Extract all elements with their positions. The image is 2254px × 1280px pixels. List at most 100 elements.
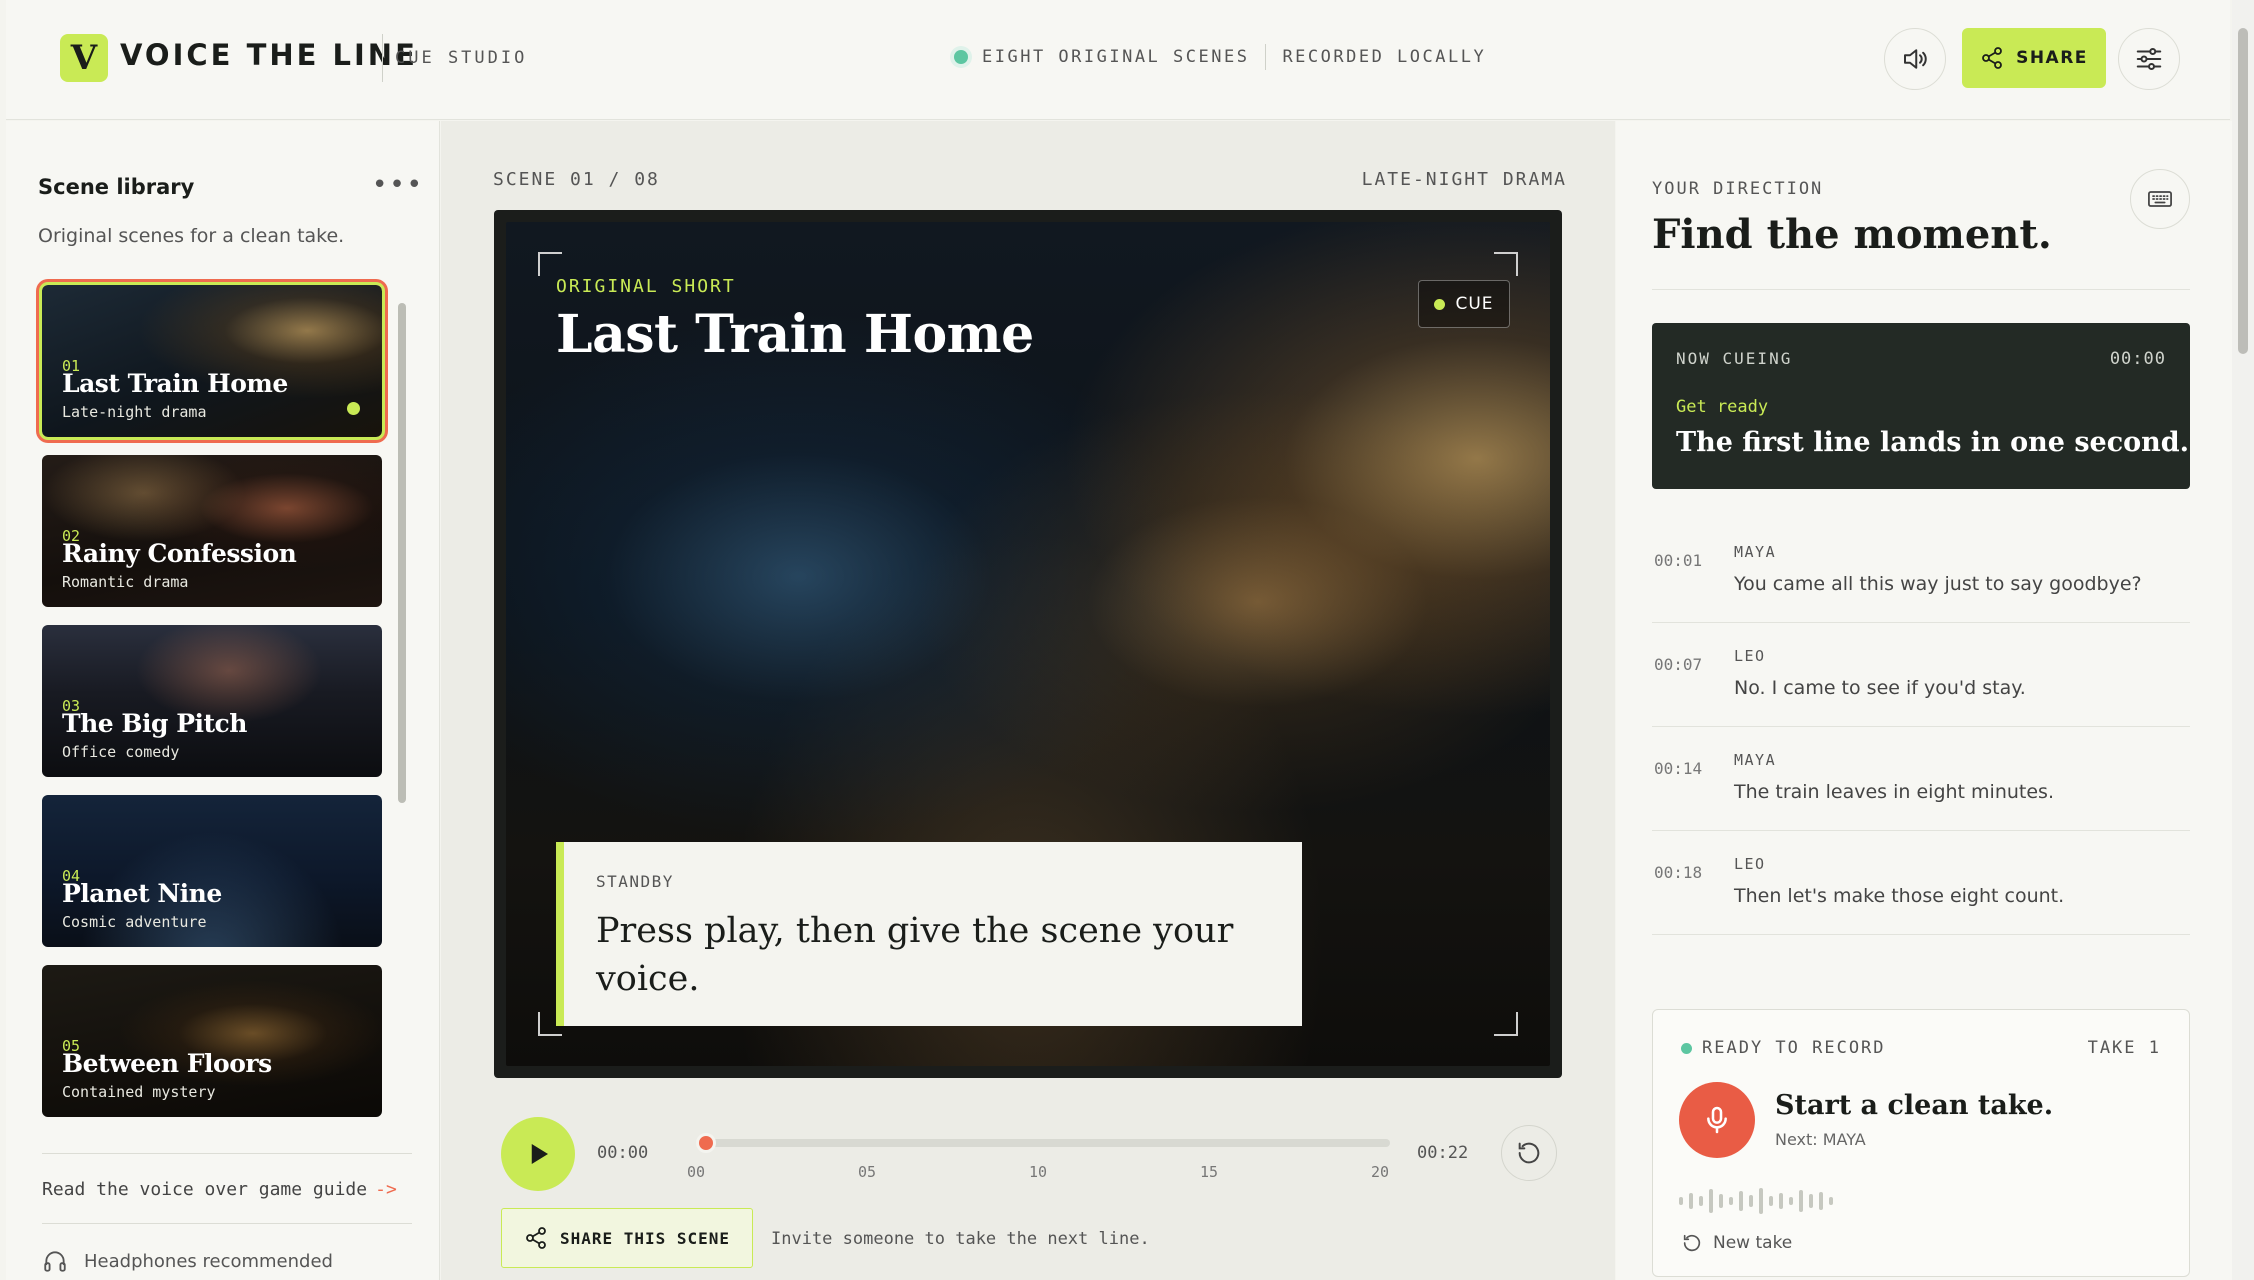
timeline-tick: 10 bbox=[1028, 1163, 1048, 1181]
script-line[interactable]: 00:01 MAYA You came all this way just to… bbox=[1652, 519, 2190, 623]
share-scene-button[interactable]: SHARE THIS SCENE bbox=[501, 1208, 753, 1268]
now-cueing-ready: Get ready bbox=[1676, 397, 1769, 417]
app-title: VOICE THE LINE bbox=[120, 38, 418, 72]
now-cueing-card: NOW CUEING 00:00 Get ready The first lin… bbox=[1652, 323, 2190, 489]
standby-card: STANDBY Press play, then give the scene … bbox=[556, 842, 1302, 1026]
next-speaker: Next: MAYA bbox=[1775, 1130, 1866, 1149]
scene-title: Rainy Confession bbox=[62, 539, 297, 568]
standby-text: Press play, then give the scene your voi… bbox=[596, 911, 1234, 999]
script-line[interactable]: 00:07 LEO No. I came to see if you'd sta… bbox=[1652, 623, 2190, 727]
direction-panel: YOUR DIRECTION Find the moment. NOW CUEI… bbox=[1616, 121, 2232, 1280]
cue-dot bbox=[1434, 298, 1446, 310]
app-logo: V bbox=[60, 34, 108, 82]
scene-genre: Office comedy bbox=[62, 743, 180, 761]
record-title: Start a clean take. bbox=[1775, 1090, 2054, 1121]
new-take-label: New take bbox=[1713, 1233, 1793, 1253]
scene-library-sidebar: Scene library ••• Original scenes for a … bbox=[6, 121, 440, 1280]
scene-card-3[interactable]: 03 The Big Pitch Office comedy bbox=[42, 625, 382, 777]
now-cueing-text: The first line lands in one second. bbox=[1676, 427, 2190, 458]
more-options-button[interactable]: ••• bbox=[372, 172, 424, 198]
sliders-icon bbox=[2136, 48, 2162, 70]
divider bbox=[42, 1153, 412, 1154]
frame-corner bbox=[538, 252, 562, 276]
scene-artwork: ORIGINAL SHORT Last Train Home CUE STAND… bbox=[506, 222, 1550, 1066]
scene-genre: Contained mystery bbox=[62, 1083, 216, 1101]
stage-area: SCENE 01 / 08 LATE-NIGHT DRAMA ORIGINAL … bbox=[441, 121, 1615, 1280]
cue-badge: CUE bbox=[1418, 280, 1510, 328]
top-bar: V VOICE THE LINE CUE STUDIO EIGHT ORIGIN… bbox=[6, 0, 2230, 120]
status-bar: EIGHT ORIGINAL SCENES RECORDED LOCALLY bbox=[954, 44, 1486, 70]
scene-index: SCENE 01 / 08 bbox=[493, 169, 660, 190]
app-subtitle: CUE STUDIO bbox=[382, 34, 527, 82]
share-button[interactable]: SHARE bbox=[1962, 28, 2106, 88]
line-text: No. I came to see if you'd stay. bbox=[1734, 677, 2026, 699]
scene-card-4[interactable]: 04 Planet Nine Cosmic adventure bbox=[42, 795, 382, 947]
status-local: RECORDED LOCALLY bbox=[1282, 47, 1487, 67]
record-status-label: READY TO RECORD bbox=[1702, 1038, 1886, 1058]
status-dot bbox=[954, 50, 968, 64]
current-time: 00:00 bbox=[597, 1143, 649, 1163]
scrollbar-thumb[interactable] bbox=[398, 303, 406, 803]
sound-button[interactable] bbox=[1884, 28, 1946, 90]
scene-type-label: ORIGINAL SHORT bbox=[556, 276, 736, 297]
line-text: Then let's make those eight count. bbox=[1734, 885, 2065, 907]
timeline-track[interactable] bbox=[696, 1133, 1390, 1153]
sidebar-title: Scene library bbox=[38, 175, 195, 199]
line-speaker: MAYA bbox=[1734, 543, 1777, 561]
scene-stage: ORIGINAL SHORT Last Train Home CUE STAND… bbox=[494, 210, 1562, 1078]
restart-icon bbox=[1683, 1234, 1701, 1252]
scene-title: The Big Pitch bbox=[62, 709, 247, 738]
headphones-text: Headphones recommended bbox=[84, 1250, 333, 1272]
line-speaker: MAYA bbox=[1734, 751, 1777, 769]
playback-controls: 00:00 00 05 10 15 20 00:22 bbox=[501, 1113, 1557, 1193]
sidebar-description: Original scenes for a clean take. bbox=[38, 225, 345, 247]
timeline-tick: 05 bbox=[857, 1163, 877, 1181]
headphones-note: Headphones recommended bbox=[42, 1248, 333, 1274]
scene-title: Between Floors bbox=[62, 1049, 272, 1078]
timeline-knob[interactable] bbox=[696, 1133, 716, 1153]
cue-label: CUE bbox=[1455, 294, 1494, 314]
frame-corner bbox=[1494, 252, 1518, 276]
invite-text: Invite someone to take the next line. bbox=[771, 1229, 1150, 1249]
settings-button[interactable] bbox=[2118, 28, 2180, 90]
timeline-tick: 15 bbox=[1199, 1163, 1219, 1181]
share-label: SHARE bbox=[2016, 48, 2088, 68]
line-time: 00:18 bbox=[1654, 863, 1703, 882]
scene-genre: Late-night drama bbox=[62, 403, 207, 421]
line-speaker: LEO bbox=[1734, 647, 1766, 665]
line-text: You came all this way just to say goodby… bbox=[1734, 573, 2142, 595]
scene-title: Last Train Home bbox=[556, 304, 1034, 365]
scene-list-scrollbar[interactable] bbox=[398, 283, 406, 803]
record-button[interactable] bbox=[1679, 1082, 1755, 1158]
scene-genre: Cosmic adventure bbox=[62, 913, 207, 931]
guide-link[interactable]: Read the voice over game guide -> bbox=[42, 1179, 397, 1200]
scene-card-5[interactable]: 05 Between Floors Contained mystery bbox=[42, 965, 382, 1117]
status-scenes: EIGHT ORIGINAL SCENES bbox=[982, 47, 1250, 67]
scene-card-2[interactable]: 02 Rainy Confession Romantic drama bbox=[42, 455, 382, 607]
guide-link-label: Read the voice over game guide bbox=[42, 1179, 368, 1200]
script-line[interactable]: 00:18 LEO Then let's make those eight co… bbox=[1652, 831, 2190, 935]
keyboard-shortcuts-button[interactable] bbox=[2130, 169, 2190, 229]
play-button[interactable] bbox=[501, 1117, 575, 1191]
page-scrollbar[interactable] bbox=[2232, 0, 2254, 1280]
new-take-button[interactable]: New take bbox=[1681, 1232, 1792, 1254]
direction-title: Find the moment. bbox=[1652, 211, 2052, 258]
line-time: 00:07 bbox=[1654, 655, 1703, 674]
divider bbox=[1652, 289, 2190, 290]
line-time: 00:01 bbox=[1654, 551, 1703, 570]
share-icon bbox=[1982, 47, 2002, 69]
scene-card-1[interactable]: 01 Last Train Home Late-night drama bbox=[39, 282, 385, 440]
restart-button[interactable] bbox=[1501, 1125, 1557, 1181]
script-line[interactable]: 00:14 MAYA The train leaves in eight min… bbox=[1652, 727, 2190, 831]
now-cueing-label: NOW CUEING bbox=[1676, 349, 1793, 368]
scene-genre-label: LATE-NIGHT DRAMA bbox=[1361, 169, 1567, 190]
play-icon bbox=[531, 1144, 548, 1164]
standby-label: STANDBY bbox=[596, 872, 674, 891]
scene-title: Planet Nine bbox=[62, 879, 222, 908]
direction-label: YOUR DIRECTION bbox=[1652, 179, 1824, 199]
now-cueing-time: 00:00 bbox=[2109, 349, 2166, 369]
microphone-icon bbox=[1707, 1106, 1727, 1134]
frame-corner bbox=[1494, 1012, 1518, 1036]
scrollbar-thumb[interactable] bbox=[2238, 28, 2248, 354]
divider bbox=[42, 1223, 412, 1224]
